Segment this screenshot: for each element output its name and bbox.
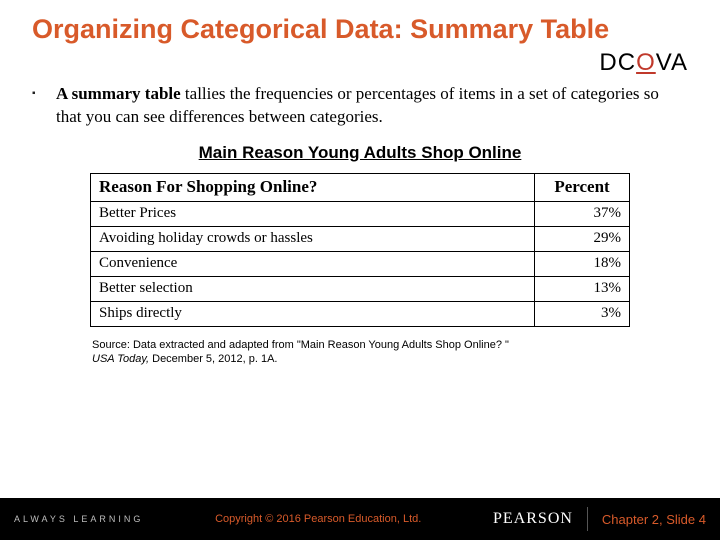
slide-title: Organizing Categorical Data: Summary Tab… bbox=[32, 14, 688, 45]
footer-copyright: Copyright © 2016 Pearson Education, Ltd. bbox=[143, 513, 493, 525]
slide: Organizing Categorical Data: Summary Tab… bbox=[0, 0, 720, 540]
table-row: Avoiding holiday crowds or hassles 29% bbox=[91, 226, 630, 251]
dcova-acronym: DCOVA bbox=[32, 49, 688, 77]
table-caption: Main Reason Young Adults Shop Online bbox=[32, 143, 688, 163]
cell-percent: 18% bbox=[535, 251, 630, 276]
table-header-row: Reason For Shopping Online? Percent bbox=[91, 173, 630, 201]
cell-reason: Better Prices bbox=[91, 201, 535, 226]
cell-reason: Better selection bbox=[91, 276, 535, 301]
cell-percent: 3% bbox=[535, 301, 630, 326]
bullet-lead: A summary table bbox=[56, 84, 181, 103]
table-row: Ships directly 3% bbox=[91, 301, 630, 326]
source-date: December 5, 2012, p. 1A. bbox=[152, 353, 277, 365]
dcova-o: O bbox=[636, 49, 656, 76]
footer-right: PEARSON Chapter 2, Slide 4 bbox=[493, 507, 706, 531]
col-header-percent: Percent bbox=[535, 173, 630, 201]
dcova-d: D bbox=[599, 49, 617, 76]
footer-divider-icon bbox=[587, 507, 588, 531]
bullet-text: A summary table tallies the frequencies … bbox=[56, 83, 688, 129]
cell-reason: Ships directly bbox=[91, 301, 535, 326]
slide-content: Organizing Categorical Data: Summary Tab… bbox=[0, 0, 720, 498]
source-publication: USA Today, bbox=[92, 353, 152, 365]
table-row: Better selection 13% bbox=[91, 276, 630, 301]
pearson-logo: PEARSON bbox=[493, 510, 573, 528]
cell-reason: Avoiding holiday crowds or hassles bbox=[91, 226, 535, 251]
dcova-v: V bbox=[656, 49, 671, 76]
source-citation: Source: Data extracted and adapted from … bbox=[92, 339, 688, 367]
bullet-item: ▪ A summary table tallies the frequencie… bbox=[32, 83, 688, 129]
slide-number: Chapter 2, Slide 4 bbox=[602, 512, 706, 527]
summary-table: Reason For Shopping Online? Percent Bett… bbox=[90, 173, 630, 327]
footer-tagline: ALWAYS LEARNING bbox=[14, 514, 143, 524]
source-line1: Source: Data extracted and adapted from … bbox=[92, 339, 509, 351]
slide-footer: ALWAYS LEARNING Copyright © 2016 Pearson… bbox=[0, 498, 720, 540]
cell-percent: 13% bbox=[535, 276, 630, 301]
col-header-reason: Reason For Shopping Online? bbox=[91, 173, 535, 201]
cell-percent: 29% bbox=[535, 226, 630, 251]
table-row: Better Prices 37% bbox=[91, 201, 630, 226]
table-row: Convenience 18% bbox=[91, 251, 630, 276]
bullet-marker-icon: ▪ bbox=[32, 83, 42, 105]
cell-percent: 37% bbox=[535, 201, 630, 226]
dcova-c: C bbox=[618, 49, 636, 76]
cell-reason: Convenience bbox=[91, 251, 535, 276]
dcova-a: A bbox=[671, 49, 688, 76]
